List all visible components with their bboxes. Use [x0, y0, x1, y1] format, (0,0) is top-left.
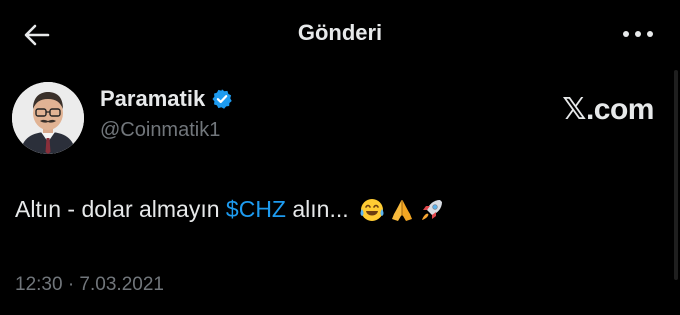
- page-title: Gönderi: [297, 20, 383, 45]
- more-horizontal-icon: [623, 31, 653, 37]
- cashtag-link[interactable]: $CHZ: [226, 196, 286, 223]
- profile-photo-icon: [12, 82, 84, 154]
- tweet-text: Altın - dolar almayın $CHZ alın...: [15, 196, 445, 223]
- author-handle[interactable]: @Coinmatik1: [100, 119, 220, 142]
- tweet-text-after: alın...: [285, 196, 349, 222]
- more-options-button[interactable]: [618, 24, 658, 44]
- folded-hands-icon: [391, 199, 412, 221]
- top-bar: Gönderi: [0, 0, 680, 70]
- author-name-row[interactable]: Paramatik: [100, 86, 233, 112]
- avatar[interactable]: [12, 82, 84, 154]
- scrollbar[interactable]: [674, 70, 678, 280]
- rocket-icon: [421, 199, 442, 220]
- source-label: 𝕏.com: [562, 93, 654, 126]
- face-with-tears-of-joy-icon: [360, 198, 384, 221]
- verified-badge-icon: [212, 89, 232, 109]
- author-name[interactable]: Paramatik: [100, 86, 205, 112]
- tweet-timestamp[interactable]: 12:30 · 7.03.2021: [15, 274, 164, 296]
- tweet-text-before: Altın - dolar almayın: [15, 196, 226, 222]
